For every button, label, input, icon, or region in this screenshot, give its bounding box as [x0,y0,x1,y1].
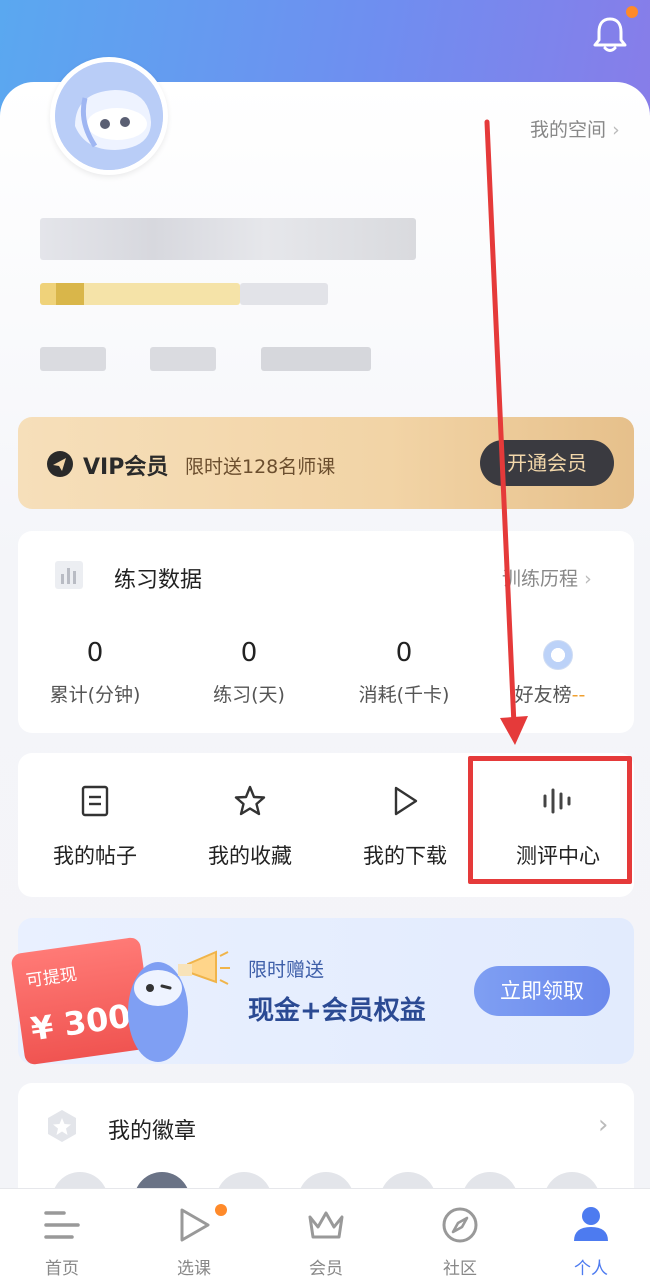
training-history-link[interactable]: 训练历程 › [502,564,592,591]
bell-icon[interactable] [590,14,630,54]
stat-kcal-label: 消耗(千卡) [358,684,450,706]
promo-title: 现金+会员权益 [248,996,426,1026]
chevron-right-icon: › [598,1110,609,1140]
chevron-right-icon: › [612,119,620,141]
tab-membership[interactable]: 会员 [286,1254,366,1279]
friends-ranking-value: -- [571,684,586,706]
stat-total-minutes-value: 0 [86,638,104,668]
tab-community[interactable]: 社区 [420,1254,500,1279]
friends-ranking[interactable]: 好友榜-- [490,680,610,707]
badge-icon [48,1110,76,1142]
my-space-label: 我的空间 [530,119,607,141]
vip-subtitle: 限时送128名师课 [185,456,336,478]
annotation-highlight-box [468,756,632,884]
stat-days-label: 练习(天) [213,684,285,706]
tab-home[interactable]: 首页 [22,1254,102,1279]
open-vip-button[interactable]: 开通会员 [480,440,614,486]
friend-avatar-icon [543,640,573,670]
tab-courses[interactable]: 选课 [154,1254,234,1279]
menu-my-favorites[interactable]: 我的收藏 [180,840,320,870]
training-history-label: 训练历程 [502,568,579,590]
stat-kcal-value: 0 [395,638,413,668]
tab-profile[interactable]: 个人 [551,1254,631,1279]
play-icon [394,786,418,816]
bar-chart-icon [55,561,83,589]
stat-days-value: 0 [240,638,258,668]
sloth-mascot-icon [128,950,230,1062]
post-icon [81,785,109,817]
my-space-link[interactable]: 我的空间 › [530,115,620,142]
claim-now-button[interactable]: 立即领取 [474,966,610,1016]
home-icon[interactable] [42,1205,82,1245]
chevron-right-icon: › [584,568,592,590]
stat-total-minutes-label: 累计(分钟) [49,684,141,706]
star-icon [234,785,266,816]
compass-icon[interactable] [440,1205,480,1245]
course-play-icon[interactable] [174,1205,214,1245]
menu-my-downloads[interactable]: 我的下载 [335,840,475,870]
person-icon[interactable] [571,1203,611,1243]
vip-title: VIP会员 [83,455,169,480]
promo-subtitle: 限时赠送 [248,959,325,981]
menu-my-posts[interactable]: 我的帖子 [25,840,165,870]
sloth-avatar-icon [55,62,163,170]
vip-plane-icon [47,451,73,477]
avatar[interactable] [50,57,168,175]
practice-title: 练习数据 [114,568,203,593]
notification-dot [626,6,638,18]
friends-ranking-label: 好友榜 [514,684,572,706]
course-notification-dot [215,1204,227,1216]
crown-icon[interactable] [306,1205,346,1245]
my-badges-title: 我的徽章 [108,1119,197,1144]
